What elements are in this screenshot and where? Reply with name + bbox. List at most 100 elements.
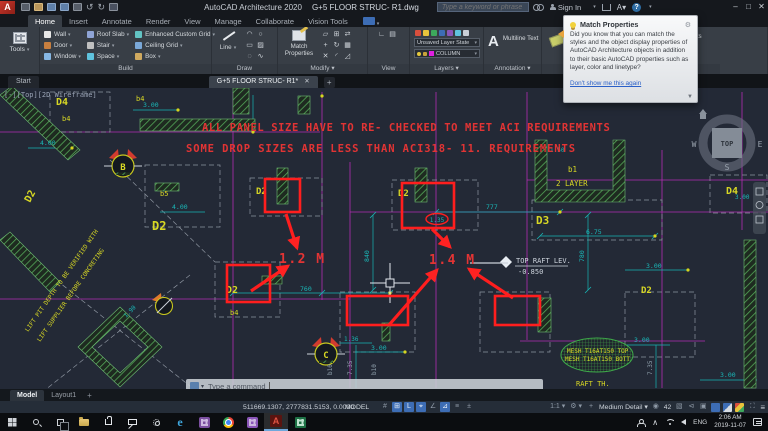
sign-in-button[interactable]: Sign In	[558, 3, 581, 12]
layer-tool-icon-5[interactable]	[455, 30, 461, 36]
panel-label-annotation[interactable]: Annotation ▾	[484, 64, 541, 74]
language-indicator[interactable]: ENG	[693, 419, 707, 426]
erase-icon[interactable]: ▱	[320, 29, 331, 40]
annotation-scale[interactable]: 1:1 ▾	[549, 402, 566, 412]
views-icon[interactable]: ▤	[387, 29, 398, 40]
model-space-indicator[interactable]: MODEL	[345, 404, 369, 411]
workspace-icon[interactable]	[363, 17, 375, 25]
search-input[interactable]	[440, 3, 526, 12]
ellipse-icon[interactable]: ◌	[244, 51, 255, 62]
undo-icon[interactable]: ↺	[86, 3, 94, 11]
tab-start[interactable]: Start	[8, 76, 39, 88]
workspace-icon[interactable]	[109, 3, 118, 11]
stair-button[interactable]: Stair▾	[87, 40, 129, 51]
line-button[interactable]: Line▾	[216, 29, 240, 62]
layer-tool-icon-3[interactable]	[439, 30, 445, 36]
status-toggle-4[interactable]: ∠	[428, 402, 438, 412]
status-toggle-1[interactable]: ⊞	[392, 402, 402, 412]
show-hidden-icons[interactable]: ∧	[652, 418, 658, 427]
taskbar-app-purple-button[interactable]	[192, 413, 216, 431]
save-icon[interactable]	[47, 3, 56, 11]
dont-show-again-link[interactable]: Don't show me this again	[570, 80, 641, 87]
panel-label-modify[interactable]: Modify ▾	[278, 64, 367, 74]
taskbar-start-button[interactable]	[0, 413, 24, 431]
search-binoculars-icon[interactable]	[533, 4, 542, 10]
window-button[interactable]: Window▾	[44, 51, 81, 62]
people-icon[interactable]	[637, 419, 645, 426]
circle-icon[interactable]: ○	[255, 29, 266, 40]
gfx-tile[interactable]	[735, 403, 744, 412]
status-mid-1[interactable]: ⊲	[686, 402, 696, 412]
ceiling-grid-button[interactable]: Ceiling Grid▾	[135, 40, 215, 51]
arc-icon[interactable]: ◠	[244, 29, 255, 40]
autocad-logo-icon[interactable]: A	[0, 1, 15, 14]
taskbar-chrome-button[interactable]	[216, 413, 240, 431]
tab-document[interactable]: G+5 FLOOR STRUC- R1*✕	[209, 76, 318, 88]
taskbar-autocad-button[interactable]: A	[264, 413, 288, 431]
hardware-accel-tile[interactable]	[711, 403, 720, 412]
notification-badge[interactable]: 42	[664, 404, 672, 411]
space-button[interactable]: Space▾	[87, 51, 129, 62]
new-tab-button[interactable]: +	[324, 77, 335, 88]
ribbon-tab-insert[interactable]: Insert	[62, 15, 95, 27]
globe-icon[interactable]: ◉	[651, 402, 661, 412]
enhanced-custom-grid-button[interactable]: Enhanced Custom Grid▾	[135, 29, 215, 40]
layer-tool-icon-4[interactable]	[447, 30, 453, 36]
tooltip-gear-icon[interactable]: ⚙	[685, 21, 691, 29]
layer-tool-icon-6[interactable]	[463, 30, 469, 36]
ucs-icon[interactable]: ∟	[376, 29, 387, 40]
layer-state-dropdown[interactable]: Unsaved Layer State▾	[414, 38, 480, 47]
tab-model[interactable]: Model	[10, 390, 44, 401]
mtext-icon[interactable]: A	[488, 29, 499, 55]
viewcube[interactable]	[699, 109, 751, 167]
tools-button[interactable]: Tools▾	[5, 32, 35, 53]
layer-tool-icon-1[interactable]	[423, 30, 429, 36]
redo-icon[interactable]: ↻	[98, 3, 106, 11]
wall-button[interactable]: Wall▾	[44, 29, 81, 40]
polyline-icon[interactable]: ∿	[255, 51, 266, 62]
hatch-icon[interactable]: ▨	[255, 40, 266, 51]
ribbon-tab-collaborate[interactable]: Collaborate	[249, 15, 301, 27]
door-button[interactable]: Door▾	[44, 40, 81, 51]
open-icon[interactable]	[34, 3, 43, 11]
tab-layout1[interactable]: Layout1	[44, 390, 83, 401]
panel-label-layers[interactable]: Layers ▾	[410, 64, 483, 74]
clock[interactable]: 2:06 AM 2019-11-07	[714, 414, 746, 430]
ribbon-tab-home[interactable]: Home	[28, 15, 62, 27]
close-button[interactable]: ✕	[755, 0, 768, 14]
layer-tool-icon-0[interactable]	[415, 30, 421, 36]
layer-tool-icon-2[interactable]	[431, 30, 437, 36]
saveas-icon[interactable]	[60, 3, 69, 11]
layer-dropdown[interactable]: COLUMN▾	[414, 49, 480, 58]
rect-icon[interactable]: ▭	[244, 40, 255, 51]
maximize-button[interactable]: □	[742, 0, 755, 14]
close-tab-icon[interactable]: ✕	[304, 78, 309, 85]
status-toggle-7[interactable]: ±	[464, 402, 474, 412]
scale-icon[interactable]: ◿	[342, 51, 353, 62]
plot-icon[interactable]	[73, 3, 82, 11]
ribbon-tab-annotate[interactable]: Annotate	[95, 15, 139, 27]
status-toggle-6[interactable]: ≡	[452, 402, 462, 412]
status-toggle-0[interactable]: #	[380, 402, 390, 412]
box-button[interactable]: Box▾	[135, 51, 215, 62]
mtext-button[interactable]: Multiline Text	[503, 35, 539, 55]
fillet-icon[interactable]: ◜	[331, 51, 342, 62]
status-toggle-3[interactable]: ⌖	[416, 402, 426, 412]
taskbar-edge-button[interactable]: e	[168, 413, 192, 431]
help-search-box[interactable]	[437, 2, 529, 12]
isolate-tile[interactable]	[723, 403, 732, 412]
autodesk-app-icon[interactable]: A▾	[617, 3, 626, 12]
drawing-canvas[interactable]: [-][Top][2D Wireframe]D4b4b43.004.00D2b5…	[0, 88, 768, 400]
network-icon[interactable]	[665, 419, 674, 426]
add-status-button[interactable]: +	[586, 402, 596, 412]
action-center-icon[interactable]	[753, 418, 762, 426]
match-properties-button[interactable]: Match Properties	[281, 29, 317, 62]
taskbar-explorer-button[interactable]	[72, 413, 96, 431]
move-icon[interactable]: +	[320, 40, 331, 51]
navigation-bar[interactable]	[753, 182, 766, 234]
rotate-icon[interactable]: ↻	[331, 40, 342, 51]
trim-icon[interactable]: ✕	[320, 51, 331, 62]
settings-gear[interactable]: ⚙ ▾	[569, 402, 583, 412]
panel-label-draw[interactable]: Draw	[212, 64, 277, 74]
signin-caret-icon[interactable]: ▾	[593, 4, 596, 10]
